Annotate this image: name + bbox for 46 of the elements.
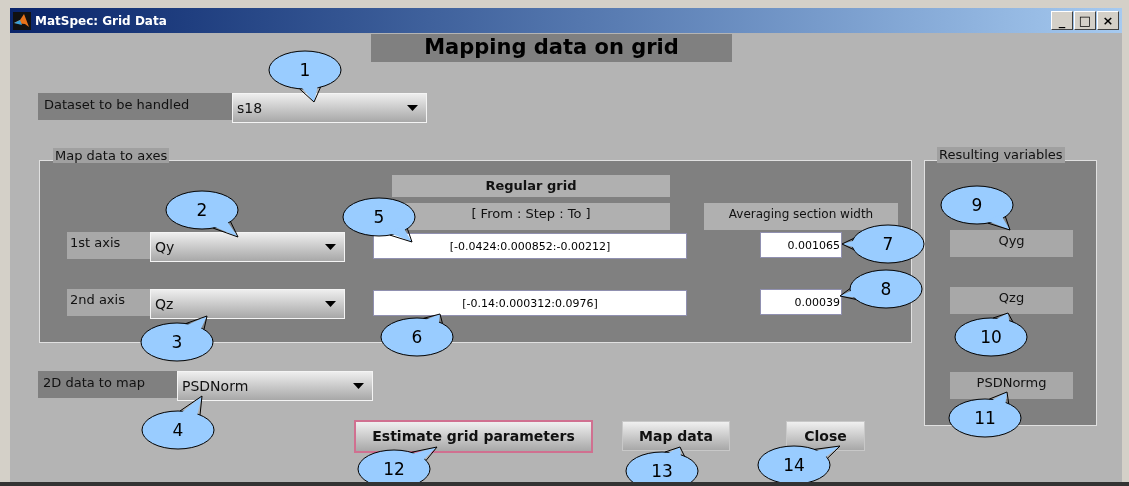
- callout-number: 9: [971, 195, 983, 215]
- grid-field[interactable]: [-0.14:0.000312:0.0976]: [373, 290, 687, 316]
- minimize-button[interactable]: _: [1051, 11, 1073, 30]
- result-variable: Qzg: [950, 287, 1073, 314]
- data-label: 2D data to map: [38, 371, 177, 398]
- callout-number: 6: [411, 327, 423, 347]
- dataset-label: Dataset to be handled: [38, 93, 232, 120]
- callout-number: 1: [299, 60, 311, 80]
- panel-title: Resulting variables: [937, 147, 1065, 163]
- close-dialog-button[interactable]: Close: [786, 421, 865, 451]
- axis-dropdown[interactable]: Qz: [150, 289, 345, 319]
- width-field[interactable]: 0.001065: [760, 232, 842, 258]
- result-variable: Qyg: [950, 230, 1073, 257]
- callout-number: 12: [383, 459, 405, 479]
- callout-number: 8: [880, 279, 892, 299]
- grid-field[interactable]: [-0.0424:0.000852:-0.00212]: [373, 233, 687, 259]
- panel-title: Map data to axes: [53, 148, 170, 163]
- axis-dropdown[interactable]: Qy: [150, 232, 345, 262]
- app-logo-icon: [13, 11, 31, 30]
- axis-label: 2nd axis: [67, 289, 150, 316]
- width-field[interactable]: 0.00039: [760, 289, 842, 315]
- data-dropdown[interactable]: PSDNorm: [177, 371, 373, 401]
- callout-number: 5: [373, 207, 385, 227]
- map-data-button[interactable]: Map data: [622, 421, 730, 451]
- caret-icon: [407, 105, 418, 111]
- dataset-dropdown[interactable]: s18: [232, 93, 427, 123]
- caret-icon: [325, 244, 336, 250]
- callout-number: 10: [980, 327, 1002, 347]
- axis-label: 1st axis: [67, 232, 150, 259]
- close-button[interactable]: ×: [1097, 11, 1119, 30]
- callout-number: 11: [974, 408, 996, 428]
- callout-number: 14: [783, 455, 805, 475]
- callout-number: 13: [651, 461, 673, 481]
- result-variable: PSDNormg: [950, 372, 1073, 399]
- caret-icon: [353, 383, 364, 389]
- callout-number: 4: [172, 420, 184, 440]
- column-heading: Averaging section width: [704, 203, 898, 230]
- window-title: MatSpec: Grid Data: [35, 12, 167, 30]
- callout-number: 7: [882, 234, 894, 254]
- maximize-button[interactable]: □: [1074, 11, 1096, 30]
- dialog-heading: Mapping data on grid: [371, 34, 732, 62]
- column-heading: Regular grid: [392, 175, 670, 197]
- estimate-button[interactable]: Estimate grid parameters: [354, 420, 593, 453]
- callout-number: 2: [196, 200, 208, 220]
- caret-icon: [325, 301, 336, 307]
- callout-number: 3: [171, 332, 183, 352]
